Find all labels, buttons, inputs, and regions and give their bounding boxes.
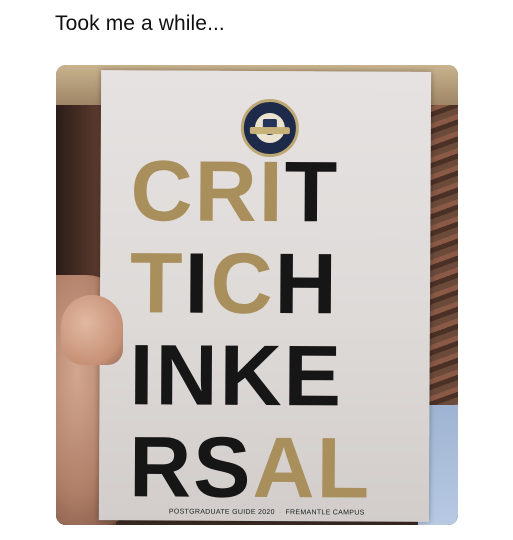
cover-letter: R [128, 419, 194, 516]
cover-row-1: CRIT [130, 143, 430, 241]
cover-letter: I [129, 327, 156, 424]
cover-letter: R [194, 143, 260, 240]
cover-letter: K [219, 327, 284, 425]
cover-letter: C [210, 235, 275, 333]
crest-banner [249, 126, 290, 135]
cover-letter: H [274, 236, 339, 333]
booklet-photo: CRIT TICH INKE RSAL POSTGRADUATE GUIDE 2… [56, 65, 458, 525]
thumb [61, 295, 123, 365]
cover-letter: T [129, 235, 185, 332]
cover-row-3: INKE [129, 327, 429, 425]
cover-letter: I [184, 235, 211, 332]
cover-row-4: RSAL [128, 419, 429, 517]
cover-letter: T [284, 144, 340, 241]
cover-letter: E [283, 328, 344, 425]
cover-row-2: TICH [129, 235, 430, 333]
cover-letter: N [155, 327, 220, 424]
footer-guide-label: POSTGRADUATE GUIDE 2020 [168, 508, 275, 517]
footer-campus-label: FREMANTLE CAMPUS [285, 509, 365, 517]
cover-letter: S [192, 419, 253, 516]
cover-letter: A [252, 419, 317, 517]
footer-separator: · [278, 509, 282, 517]
booklet-cover: CRIT TICH INKE RSAL POSTGRADUATE GUIDE 2… [98, 70, 432, 522]
cover-letter: L [316, 420, 372, 517]
post-caption: Took me a while... [55, 12, 225, 35]
cover-letter: I [258, 143, 285, 241]
cover-footer: POSTGRADUATE GUIDE 2020 · FREMANTLE CAMPUS [169, 508, 409, 516]
cover-letter: C [130, 143, 195, 240]
